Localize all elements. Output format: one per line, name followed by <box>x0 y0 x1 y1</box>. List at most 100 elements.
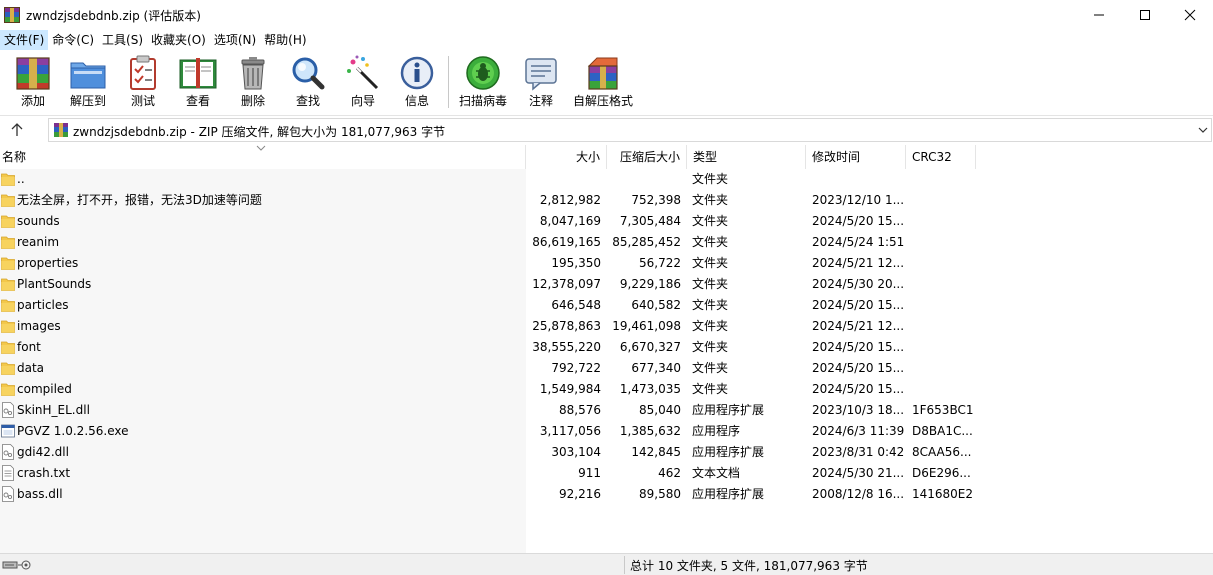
file-modified: 2024/5/20 15... <box>812 298 904 312</box>
file-modified: 2024/5/21 12... <box>812 256 904 270</box>
file-type: 文件夹 <box>692 382 729 396</box>
file-packed-size: 462 <box>658 466 681 480</box>
view-book-icon <box>179 58 217 89</box>
file-packed-size: 9,229,186 <box>619 277 681 291</box>
folder-icon <box>1 299 15 312</box>
file-row[interactable]: font 38,555,220 6,670,327 文件夹 2024/5/20 15..… <box>0 337 1213 358</box>
menu-commands[interactable]: 命令(C) <box>48 30 98 50</box>
maximize-button[interactable] <box>1122 0 1168 30</box>
file-row[interactable]: PlantSounds 12,378,097 9,229,186 文件夹 2024/5/… <box>0 274 1213 295</box>
folder-icon <box>1 341 15 354</box>
column-packed-label: 压缩后大小 <box>619 150 680 164</box>
file-size: 646,548 <box>551 298 601 312</box>
file-row[interactable]: SkinH_EL.dll 88,576 85,040 应用程序扩展 2023/10/3 … <box>0 400 1213 421</box>
file-packed-size: 56,722 <box>639 256 681 270</box>
column-header-size[interactable]: 大小 <box>526 145 607 169</box>
file-row[interactable]: reanim 86,619,165 85,285,452 文件夹 2024/5/24 1… <box>0 232 1213 253</box>
file-modified: 2024/5/30 20... <box>812 277 904 291</box>
sfx-button[interactable]: 自解压格式 <box>572 54 634 112</box>
file-name: bass.dll <box>17 487 63 501</box>
wizard-label: 向导 <box>350 94 375 108</box>
column-header-type[interactable]: 类型 <box>687 145 806 169</box>
folder-icon <box>1 194 15 207</box>
column-modified-label: 修改时间 <box>812 150 861 164</box>
menu-file[interactable]: 文件(F) <box>0 30 49 50</box>
delete-label: 删除 <box>240 94 265 108</box>
file-row[interactable]: data 792,722 677,340 文件夹 2024/5/20 15... <box>0 358 1213 379</box>
folder-icon <box>1 383 15 396</box>
delete-button[interactable]: 删除 <box>232 54 274 112</box>
add-button[interactable]: 添加 <box>12 54 54 112</box>
comment-button[interactable]: 注释 <box>520 54 562 112</box>
add-label: 添加 <box>20 94 45 108</box>
file-row[interactable]: .. 文件夹 <box>0 169 1213 190</box>
menu-options[interactable]: 选项(N) <box>210 30 260 50</box>
file-crc <box>912 190 974 211</box>
menu-help[interactable]: 帮助(H) <box>260 30 310 50</box>
minimize-button[interactable] <box>1076 0 1122 30</box>
view-button[interactable]: 查看 <box>176 54 220 112</box>
folder-icon <box>1 320 15 333</box>
folder-icon <box>1 278 15 291</box>
file-packed-size: 677,340 <box>631 361 681 375</box>
wizard-button[interactable]: 向导 <box>342 54 384 112</box>
status-bar: 总计 10 文件夹, 5 文件, 181,077,963 字节 <box>0 553 1213 575</box>
winrar-window: zwndzjsdebdnb.zip (评估版本) 文件(F) 命令(C) 工具(… <box>0 0 1213 575</box>
folder-icon <box>1 362 15 375</box>
info-label: 信息 <box>404 94 429 108</box>
file-size: 8,047,169 <box>539 214 601 228</box>
close-icon <box>1184 9 1196 21</box>
up-arrow-icon[interactable] <box>8 121 26 139</box>
file-row[interactable]: crash.txt 911 462 文本文档 2024/5/30 21... D6E296… <box>0 463 1213 484</box>
find-button[interactable]: 查找 <box>287 54 329 112</box>
file-name: SkinH_EL.dll <box>17 403 90 417</box>
file-size: 25,878,863 <box>532 319 601 333</box>
file-type: 文件夹 <box>692 298 729 312</box>
file-row[interactable]: images 25,878,863 19,461,098 文件夹 2024/5/21 1… <box>0 316 1213 337</box>
close-button[interactable] <box>1167 0 1213 30</box>
file-packed-size: 85,285,452 <box>612 235 681 249</box>
file-crc <box>912 169 974 190</box>
virus-scan-label: 扫描病毒 <box>458 94 507 108</box>
column-header-modified[interactable]: 修改时间 <box>806 145 906 169</box>
file-size: 92,216 <box>559 487 601 501</box>
file-type: 文件夹 <box>692 193 729 207</box>
title-bar: zwndzjsdebdnb.zip (评估版本) <box>0 0 1213 30</box>
file-type: 应用程序扩展 <box>692 445 765 459</box>
file-modified: 2024/5/20 15... <box>812 382 904 396</box>
file-row[interactable]: bass.dll 92,216 89,580 应用程序扩展 2008/12/8 16..… <box>0 484 1213 505</box>
menu-tools[interactable]: 工具(S) <box>98 30 147 50</box>
file-type: 应用程序扩展 <box>692 403 765 417</box>
file-name: PlantSounds <box>17 277 92 291</box>
winrar-app-icon <box>4 7 20 23</box>
drive-status-icon[interactable] <box>2 559 38 571</box>
extract-to-button[interactable]: 解压到 <box>66 54 110 112</box>
menu-favorites[interactable]: 收藏夹(O) <box>147 30 210 50</box>
file-packed-size: 7,305,484 <box>619 214 681 228</box>
test-button[interactable]: 测试 <box>122 54 164 112</box>
file-row[interactable]: PGVZ 1.0.2.56.exe 3,117,056 1,385,632 应用程序 2… <box>0 421 1213 442</box>
chevron-down-icon[interactable] <box>1197 124 1209 136</box>
column-header-packed[interactable]: 压缩后大小 <box>607 145 687 169</box>
file-packed-size: 89,580 <box>639 487 681 501</box>
file-row[interactable]: sounds 8,047,169 7,305,484 文件夹 2024/5/20 15.… <box>0 211 1213 232</box>
path-field[interactable]: zwndzjsdebdnb.zip - ZIP 压缩文件, 解包大小为 181,… <box>48 118 1212 142</box>
file-row[interactable]: gdi42.dll 303,104 142,845 应用程序扩展 2023/8/31 0… <box>0 442 1213 463</box>
file-row[interactable]: compiled 1,549,984 1,473,035 文件夹 2024/5/20 1… <box>0 379 1213 400</box>
dll-file-icon <box>2 444 14 460</box>
file-type: 文件夹 <box>692 235 729 249</box>
file-name: crash.txt <box>17 466 71 480</box>
virus-scan-button[interactable]: 扫描病毒 <box>457 54 509 112</box>
file-row[interactable]: properties 195,350 56,722 文件夹 2024/5/21 12..… <box>0 253 1213 274</box>
file-type: 文件夹 <box>692 214 729 228</box>
file-crc <box>912 211 974 232</box>
file-size: 38,555,220 <box>532 340 601 354</box>
file-packed-size: 19,461,098 <box>612 319 681 333</box>
info-button[interactable]: 信息 <box>396 54 438 112</box>
column-header-crc[interactable]: CRC32 <box>906 145 976 169</box>
column-size-label: 大小 <box>575 150 600 164</box>
file-row[interactable]: 无法全屏，打不开，报错，无法3D加速等问题 2,812,982 752,398 文件夹… <box>0 190 1213 211</box>
file-name: PGVZ 1.0.2.56.exe <box>17 424 129 438</box>
file-row[interactable]: particles 646,548 640,582 文件夹 2024/5/20 15..… <box>0 295 1213 316</box>
file-modified: 2008/12/8 16... <box>812 487 904 501</box>
